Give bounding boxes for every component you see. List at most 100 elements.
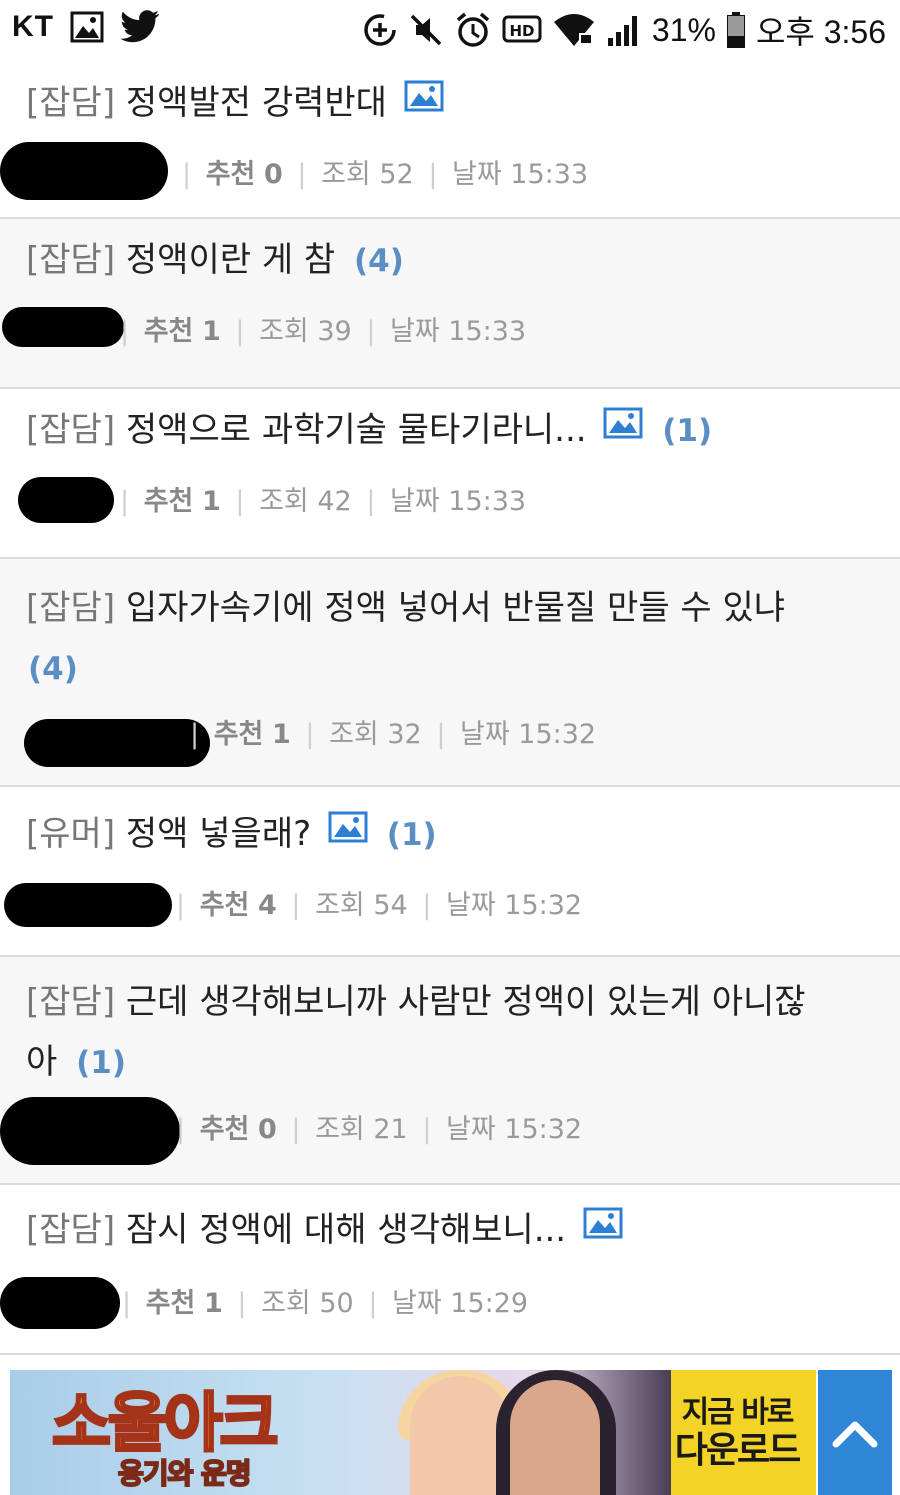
views-label: 조회 <box>315 1114 365 1145</box>
status-bar: KT HD 31% 오후 3:56 <box>0 0 900 64</box>
views-count: 42 <box>317 486 352 517</box>
post-meta: | 추천 1 | 조회 39 | 날짜 15:33 <box>120 316 527 347</box>
recommend-label: 추천 <box>145 1288 196 1319</box>
image-attachment-icon <box>603 399 643 457</box>
chevron-up-icon <box>832 1418 878 1448</box>
views-label: 조회 <box>259 486 309 517</box>
post-meta: | 추천 0 | 조회 21 | 날짜 15:32 <box>176 1114 583 1145</box>
recommend-count: 4 <box>257 890 277 921</box>
redaction-mark <box>2 307 124 347</box>
views-count: 50 <box>319 1288 354 1319</box>
recommend-count: 0 <box>263 159 283 190</box>
recommend-count: 1 <box>201 486 221 517</box>
ad-subtitle: 용기와 운명 <box>117 1456 253 1491</box>
post-time: 15:29 <box>450 1288 529 1319</box>
date-label: 날짜 <box>390 316 440 347</box>
post-category: [잡담] <box>26 1210 116 1250</box>
post-title-text: 정액이란 게 참 <box>125 240 336 280</box>
battery-percent: 31% <box>651 11 716 48</box>
post-time: 15:32 <box>518 719 597 750</box>
post-category: [잡담] <box>26 982 116 1022</box>
redaction-mark <box>0 142 168 200</box>
comment-count: (1) <box>386 817 437 853</box>
twitter-icon <box>120 10 160 44</box>
post-title-line2[interactable]: 아 (1) <box>26 1033 126 1092</box>
date-label: 날짜 <box>446 890 496 921</box>
ad-download-cta[interactable]: 지금 바로 다운로드 <box>662 1394 812 1470</box>
recommend-label: 추천 <box>143 486 194 517</box>
image-attachment-icon <box>583 1199 623 1257</box>
post-title[interactable]: [잡담] 잠시 정액에 대해 생각해보니... <box>26 1201 623 1261</box>
post-time: 15:32 <box>504 1114 583 1145</box>
post-title[interactable]: [잡담] 근데 생각해보니까 사람만 정액이 있는게 아니잖 <box>26 973 806 1031</box>
mute-icon <box>408 12 444 48</box>
post-title[interactable]: [잡담] 정액이란 게 참 (4) <box>26 231 404 290</box>
post-title-text: 정액 넣을래? <box>125 814 312 854</box>
list-item[interactable]: [잡담] 정액으로 과학기술 물타기라니... (1) | 추천 1 | 조회 … <box>0 389 900 559</box>
post-title[interactable]: [잡담] 입자가속기에 정액 넣어서 반물질 만들 수 있냐 <box>26 579 785 637</box>
post-title-text-cont: 아 <box>26 1042 58 1082</box>
post-title-line2[interactable]: (4) <box>28 639 78 698</box>
hd-icon: HD <box>502 14 542 46</box>
post-time: 15:32 <box>504 890 583 921</box>
post-title-text: 정액발전 강력반대 <box>125 83 387 123</box>
ad-banner[interactable]: 소울아크 용기와 운명 지금 바로 다운로드 <box>10 1370 816 1495</box>
post-title[interactable]: [잡담] 정액으로 과학기술 물타기라니... (1) <box>26 401 712 461</box>
svg-text:HD: HD <box>509 22 534 40</box>
post-meta: | 추천 1 | 조회 50 | 날짜 15:29 <box>122 1288 529 1319</box>
redaction-mark <box>0 1097 180 1165</box>
recommend-count: 1 <box>201 316 221 347</box>
comment-count: (4) <box>28 651 78 687</box>
views-count: 32 <box>387 719 422 750</box>
list-item[interactable]: [잡담] 정액이란 게 참 (4) | 추천 1 | 조회 39 | 날짜 15… <box>0 219 900 389</box>
views-count: 21 <box>373 1114 408 1145</box>
post-meta: | 추천 0 | 조회 52 | 날짜 15:33 <box>182 159 589 190</box>
redaction-mark <box>24 719 210 767</box>
views-label: 조회 <box>259 316 309 347</box>
redaction-mark <box>0 1277 120 1329</box>
ad-cta-line1: 지금 바로 <box>681 1395 795 1430</box>
carrier-label: KT <box>12 10 54 43</box>
post-title[interactable]: [유머] 정액 넣을래? (1) <box>26 805 437 865</box>
post-category: [잡담] <box>26 588 116 628</box>
post-meta: | 추천 1 | 조회 42 | 날짜 15:33 <box>120 486 527 517</box>
recommend-count: 1 <box>203 1288 223 1319</box>
list-item[interactable]: [잡담] 잠시 정액에 대해 생각해보니... | 추천 1 | 조회 50 |… <box>0 1185 900 1355</box>
image-attachment-icon <box>328 803 368 861</box>
recommend-label: 추천 <box>205 159 256 190</box>
clock: 오후 3:56 <box>755 14 886 50</box>
views-count: 52 <box>379 159 414 190</box>
date-label: 날짜 <box>460 719 510 750</box>
ad-cta-line2: 다운로드 <box>674 1430 801 1471</box>
views-count: 39 <box>317 316 352 347</box>
list-item[interactable]: [유머] 정액 넣을래? (1) | 추천 4 | 조회 54 | 날짜 15:… <box>0 787 900 957</box>
post-category: [잡담] <box>26 240 116 280</box>
comment-count: (1) <box>662 413 713 449</box>
views-label: 조회 <box>321 159 371 190</box>
post-title[interactable]: [잡담] 정액발전 강력반대 <box>26 74 444 134</box>
date-label: 날짜 <box>452 159 502 190</box>
list-item[interactable]: [잡담] 정액발전 강력반대 | 추천 0 | 조회 52 | 날짜 15:33 <box>0 64 900 219</box>
date-label: 날짜 <box>390 486 440 517</box>
recommend-label: 추천 <box>213 719 264 750</box>
redaction-mark <box>4 883 172 927</box>
signal-icon <box>606 12 642 48</box>
post-time: 15:33 <box>448 316 527 347</box>
recommend-label: 추천 <box>199 1114 250 1145</box>
redaction-mark <box>18 477 114 523</box>
views-count: 54 <box>373 890 408 921</box>
list-item[interactable]: [잡담] 근데 생각해보니까 사람만 정액이 있는게 아니잖 아 (1) | 추… <box>0 957 900 1185</box>
ad-character-image <box>410 1376 510 1495</box>
post-title-text: 정액으로 과학기술 물타기라니... <box>125 410 587 450</box>
comment-count: (4) <box>354 243 404 279</box>
post-time: 15:33 <box>448 486 527 517</box>
scroll-to-top-button[interactable] <box>818 1370 892 1495</box>
list-item[interactable]: [잡담] 입자가속기에 정액 넣어서 반물질 만들 수 있냐 (4) | 추천 … <box>0 559 900 787</box>
gallery-icon <box>70 11 104 43</box>
recommend-label: 추천 <box>143 316 194 347</box>
views-label: 조회 <box>315 890 365 921</box>
data-saver-icon <box>362 12 398 48</box>
post-list: [잡담] 정액발전 강력반대 | 추천 0 | 조회 52 | 날짜 15:33… <box>0 64 900 1355</box>
post-meta: | 추천 1 | 조회 32 | 날짜 15:32 <box>190 719 597 750</box>
wifi-icon <box>552 12 596 48</box>
